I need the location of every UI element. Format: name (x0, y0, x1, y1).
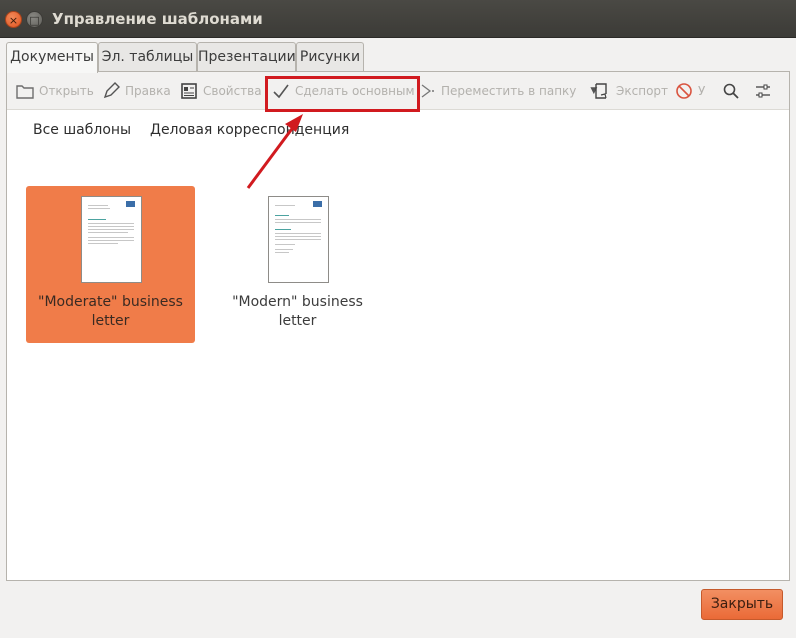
tab-documents[interactable]: Документы (6, 42, 98, 73)
delete-button[interactable]: У (674, 80, 705, 102)
close-icon[interactable]: × (5, 11, 22, 28)
template-tile-moderate[interactable]: "Moderate" business letter (26, 186, 195, 343)
set-default-highlight (265, 76, 420, 112)
delete-label: У (698, 84, 706, 98)
export-label: Экспорт (616, 84, 669, 98)
search-icon (721, 81, 741, 101)
delete-icon (674, 81, 694, 101)
close-button[interactable]: Закрыть (701, 589, 783, 620)
tab-drawings[interactable]: Рисунки (296, 42, 364, 72)
properties-label: Свойства (203, 84, 262, 98)
open-button[interactable]: Открыть (15, 80, 94, 102)
edit-button[interactable]: Правка (101, 80, 171, 102)
filter-business-correspondence[interactable]: Деловая корреспонденция (150, 122, 349, 138)
export-icon (592, 81, 612, 101)
settings-sliders-icon (753, 81, 773, 101)
settings-button[interactable] (753, 80, 773, 102)
templates-panel: Открыть Правка Свойства Сделать основным (6, 71, 790, 581)
properties-icon (179, 81, 199, 101)
search-button[interactable] (721, 80, 741, 102)
tab-presentations[interactable]: Презентации (197, 42, 296, 72)
window-titlebar: × □ Управление шаблонами (0, 0, 796, 38)
template-thumbnail (268, 196, 329, 283)
edit-label: Правка (125, 84, 171, 98)
properties-button[interactable]: Свойства (179, 80, 262, 102)
tab-spreadsheets[interactable]: Эл. таблицы (98, 42, 197, 72)
move-arrow-icon (417, 81, 437, 101)
move-to-folder-button[interactable]: Переместить в папку ▼ (417, 80, 597, 102)
move-to-folder-label: Переместить в папку (441, 84, 577, 98)
maximize-icon[interactable]: □ (26, 11, 43, 28)
window-title: Управление шаблонами (52, 10, 263, 28)
folder-open-icon (15, 81, 35, 101)
export-button[interactable]: Экспорт (592, 80, 668, 102)
template-label: "Moderate" business letter (38, 294, 183, 329)
filter-all-templates[interactable]: Все шаблоны (33, 122, 131, 138)
open-label: Открыть (39, 84, 94, 98)
template-tile-modern[interactable]: "Modern" business letter (213, 186, 382, 343)
template-thumbnail (81, 196, 142, 283)
pencil-icon (101, 81, 121, 101)
template-label: "Modern" business letter (232, 294, 363, 329)
